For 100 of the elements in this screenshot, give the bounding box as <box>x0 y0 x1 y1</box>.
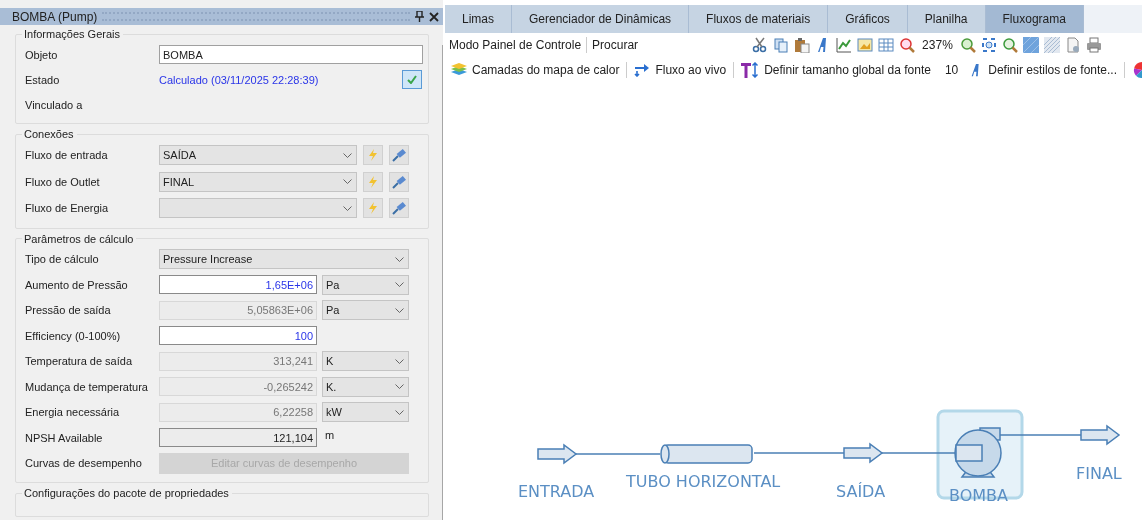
grid-hatch-icon[interactable] <box>1043 37 1060 53</box>
lightning-icon <box>368 202 378 215</box>
value-field[interactable]: 313,241 <box>159 351 317 371</box>
stream-arrow[interactable] <box>1080 424 1121 446</box>
value-field[interactable]: 121,104 <box>159 428 317 448</box>
unit-dropdown[interactable]: K <box>322 351 409 372</box>
unit-dropdown[interactable]: Pa <box>322 300 409 321</box>
caret-icon <box>395 282 404 288</box>
caret-icon <box>395 358 404 364</box>
field-label: Aumento de Pressão <box>24 278 129 291</box>
printer-icon[interactable] <box>1085 37 1102 53</box>
field-label: Estado <box>24 73 61 86</box>
layers-icon <box>451 63 467 77</box>
field-label: NPSH Available <box>24 431 104 444</box>
pin-icon[interactable] <box>415 11 424 22</box>
stream-dropdown[interactable]: FINAL <box>159 171 357 192</box>
value-field[interactable]: 100 <box>159 326 317 346</box>
field-label: Efficiency (0-100%) <box>24 329 122 342</box>
field-label: Tipo de cálculo <box>24 253 100 266</box>
group-title: Parâmetros de cálculo <box>23 232 135 245</box>
caret-icon <box>343 205 352 211</box>
value-field[interactable]: 6,22258 <box>159 402 317 422</box>
search-label: Procurar <box>592 38 639 52</box>
plug-icon <box>392 174 406 189</box>
zoom-level: 237% <box>922 38 953 52</box>
connector-button[interactable] <box>389 198 409 219</box>
field-label: Temperatura de saída <box>24 355 133 368</box>
stream-arrow[interactable] <box>843 442 884 464</box>
table-icon[interactable] <box>878 37 895 53</box>
font-styles-button[interactable]: Definir estilos de fonte... <box>967 62 1119 78</box>
caret-icon <box>343 179 352 185</box>
paste-icon[interactable] <box>794 37 811 53</box>
tab[interactable]: Fluxograma <box>985 5 1084 33</box>
object-name-field[interactable]: BOMBA <box>159 45 423 64</box>
close-icon[interactable] <box>429 11 439 22</box>
block-label: ENTRADA <box>518 482 595 501</box>
zoom-in-icon[interactable] <box>959 37 976 53</box>
calculation-type-dropdown[interactable]: Pressure Increase <box>159 249 409 270</box>
unit-dropdown[interactable]: Pa <box>322 274 409 295</box>
block-label: TUBO HORIZONTAL <box>626 472 781 491</box>
check-button[interactable] <box>402 70 422 89</box>
caret-icon <box>343 152 352 158</box>
field-label: Fluxo de entrada <box>24 149 109 162</box>
live-flow-button[interactable]: Fluxo ao vivo <box>632 63 729 77</box>
caret-icon <box>395 307 404 313</box>
zoom-fit-icon[interactable] <box>980 37 997 53</box>
mode-label[interactable]: Modo Painel de Controle <box>449 38 582 52</box>
value-field[interactable]: 1,65E+06 <box>159 275 317 295</box>
arrows-icon <box>634 63 651 77</box>
block-label: BOMBA <box>949 486 1008 505</box>
group-title: Informações Gerais <box>23 28 121 40</box>
connector-button[interactable] <box>389 171 409 192</box>
tab[interactable]: Gráficos <box>828 5 908 33</box>
font-size-icon <box>741 62 760 78</box>
status-text: Calculado (03/11/2025 22:28:39) <box>159 73 320 86</box>
tab[interactable]: Fluxos de materiais <box>689 5 829 33</box>
caret-icon <box>395 256 404 262</box>
heatmap-layers-button[interactable]: Camadas do mapa de calor <box>449 63 622 77</box>
font-size-button[interactable]: Definir tamanho global da fonte <box>739 62 933 78</box>
tab[interactable]: Planilha <box>907 5 986 33</box>
zoom-refresh-icon[interactable] <box>1001 37 1018 53</box>
tab[interactable]: Limas <box>445 5 512 33</box>
pump-drawing[interactable] <box>954 427 1002 478</box>
image-icon[interactable] <box>857 37 874 53</box>
lightning-icon <box>368 149 378 162</box>
page-setup-icon[interactable] <box>1064 37 1081 53</box>
block-label: SAÍDA <box>836 482 886 501</box>
unit-dropdown[interactable]: K. <box>322 376 409 397</box>
field-label: Vinculado a <box>24 98 84 111</box>
unit-dropdown[interactable]: kW <box>322 402 409 423</box>
field-label: Curvas de desempenho <box>24 457 143 470</box>
field-label: Mudança de temperatura <box>24 380 149 393</box>
stream-arrow[interactable] <box>537 443 578 465</box>
lightning-icon <box>368 175 378 188</box>
zoom-out-icon[interactable] <box>899 37 916 53</box>
group-title: Conexões <box>23 128 75 140</box>
panel-title: BOMBA (Pump) <box>12 9 98 24</box>
stream-dropdown[interactable]: SAÍDA <box>159 145 357 166</box>
scissors-icon[interactable] <box>752 37 769 53</box>
copy-icon[interactable] <box>773 37 790 53</box>
plug-icon <box>392 201 406 216</box>
check-icon <box>407 75 417 84</box>
grid-fill-icon[interactable] <box>1022 37 1039 53</box>
tab[interactable]: Gerenciador de Dinâmicas <box>512 5 690 33</box>
plug-icon <box>392 148 406 163</box>
block-label: FINAL <box>1076 464 1122 483</box>
caret-icon <box>395 384 404 390</box>
field-label: Fluxo de Energia <box>24 202 110 215</box>
field-label: Energia necessária <box>24 406 121 419</box>
connector-button[interactable] <box>389 145 409 166</box>
pipe-drawing[interactable] <box>660 444 753 464</box>
value-field[interactable]: -0,265242 <box>159 377 317 397</box>
caret-icon <box>395 409 404 415</box>
unit-label: m <box>325 428 335 441</box>
chart-icon[interactable] <box>836 37 853 53</box>
field-label: Objeto <box>24 48 59 61</box>
value-field[interactable]: 5,05863E+06 <box>159 300 317 320</box>
field-label: Pressão de saída <box>24 304 112 317</box>
field-label: Fluxo de Outlet <box>24 175 101 188</box>
group-title: Configurações do pacote de propriedades <box>23 487 230 499</box>
